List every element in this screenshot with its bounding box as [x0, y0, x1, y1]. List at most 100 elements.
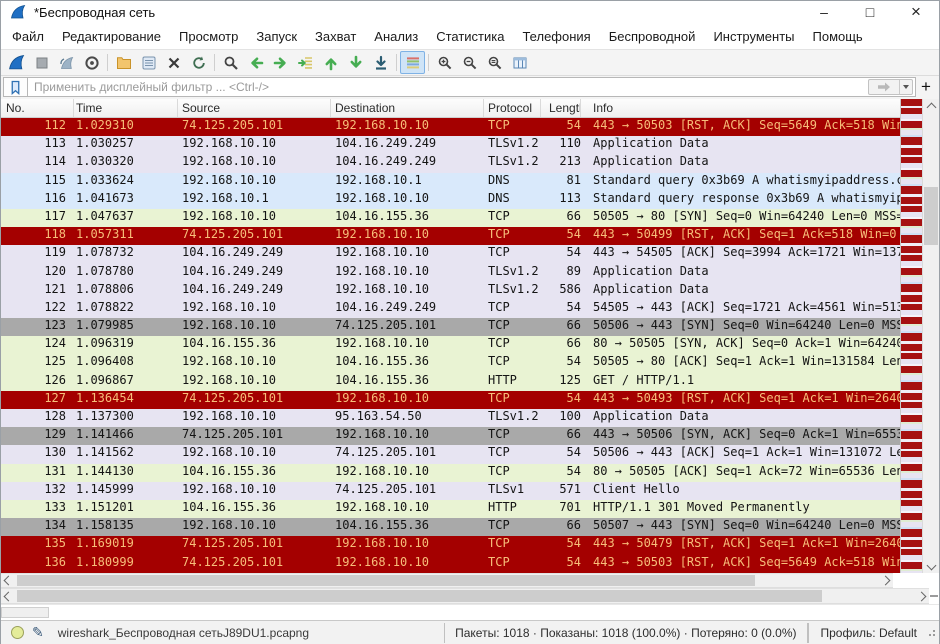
- scroll-up-arrow[interactable]: [923, 99, 939, 115]
- menu-item-edit[interactable]: Редактирование: [53, 26, 170, 47]
- restart-capture-icon[interactable]: [54, 51, 79, 74]
- column-header-destination[interactable]: Destination: [331, 99, 484, 117]
- table-row[interactable]: 1161.041673192.168.10.1192.168.10.10DNS1…: [1, 191, 939, 209]
- resize-grip[interactable]: [927, 628, 937, 638]
- reload-file-icon[interactable]: [186, 51, 211, 74]
- menu-item-help[interactable]: Помощь: [804, 26, 872, 47]
- expert-info-icon[interactable]: [11, 626, 24, 639]
- table-row[interactable]: 1251.096408192.168.10.10104.16.155.36TCP…: [1, 354, 939, 372]
- table-row[interactable]: 1241.096319104.16.155.36192.168.10.10TCP…: [1, 336, 939, 354]
- maximize-button[interactable]: □: [847, 1, 893, 23]
- stop-capture-icon[interactable]: [29, 51, 54, 74]
- menu-item-file[interactable]: Файл: [3, 26, 53, 47]
- scroll-right-arrow[interactable]: [878, 574, 893, 587]
- colorize-packets-icon[interactable]: [400, 51, 425, 74]
- close-file-icon[interactable]: [161, 51, 186, 74]
- minimize-button[interactable]: –: [801, 1, 847, 23]
- table-row[interactable]: 1141.030320192.168.10.10104.16.249.249TL…: [1, 154, 939, 172]
- cell-no: 123: [1, 318, 74, 336]
- menu-item-statistics[interactable]: Статистика: [427, 26, 513, 47]
- table-row[interactable]: 1221.078822192.168.10.10104.16.249.249TC…: [1, 300, 939, 318]
- filter-dropdown-button[interactable]: [899, 80, 912, 94]
- column-header-no[interactable]: No.: [1, 99, 74, 117]
- scroll-right-arrow[interactable]: [914, 589, 929, 603]
- go-first-packet-icon[interactable]: [318, 51, 343, 74]
- go-back-icon[interactable]: [243, 51, 268, 74]
- table-row[interactable]: 1151.033624192.168.10.10192.168.10.1DNS8…: [1, 173, 939, 191]
- pane-splitter-handle[interactable]: [930, 595, 938, 597]
- vertical-scrollbar-thumb[interactable]: [924, 187, 938, 245]
- profile-selector[interactable]: Профиль: Default: [808, 623, 928, 643]
- zoom-normal-icon[interactable]: [482, 51, 507, 74]
- scroll-left-arrow[interactable]: [1, 589, 16, 603]
- packet-list-hscrollbar[interactable]: [1, 573, 893, 588]
- column-header-length[interactable]: Length: [541, 99, 581, 117]
- go-last-packet-icon[interactable]: [343, 51, 368, 74]
- go-to-packet-icon[interactable]: [293, 51, 318, 74]
- packet-map-minimap[interactable]: [900, 99, 922, 573]
- zoom-out-icon[interactable]: [457, 51, 482, 74]
- menu-item-telephony[interactable]: Телефония: [513, 26, 599, 47]
- hscrollbar-thumb[interactable]: [17, 575, 755, 586]
- table-row[interactable]: 1261.096867192.168.10.10104.16.155.36HTT…: [1, 373, 939, 391]
- auto-scroll-icon[interactable]: [368, 51, 393, 74]
- column-header-info[interactable]: Info: [581, 99, 939, 117]
- cell-time: 1.078732: [74, 245, 178, 263]
- table-row[interactable]: 1301.141562192.168.10.1074.125.205.101TC…: [1, 445, 939, 463]
- table-row[interactable]: 1171.047637192.168.10.10104.16.155.36TCP…: [1, 209, 939, 227]
- capture-options-icon[interactable]: [79, 51, 104, 74]
- table-row[interactable]: 1311.144130104.16.155.36192.168.10.10TCP…: [1, 464, 939, 482]
- cell-src: 74.125.205.101: [178, 391, 331, 409]
- menu-item-wireless[interactable]: Беспроводной: [600, 26, 705, 47]
- cell-dst: 192.168.10.10: [331, 536, 484, 554]
- capture-comment-icon[interactable]: ✎: [32, 624, 44, 641]
- table-row[interactable]: 1321.145999192.168.10.1074.125.205.101TL…: [1, 482, 939, 500]
- cell-src: 192.168.10.1: [178, 191, 331, 209]
- vertical-scrollbar[interactable]: [922, 99, 939, 573]
- resize-columns-icon[interactable]: [507, 51, 532, 74]
- table-row[interactable]: 1201.078780104.16.249.249192.168.10.10TL…: [1, 264, 939, 282]
- add-filter-button[interactable]: +: [916, 77, 936, 97]
- menu-item-analyze[interactable]: Анализ: [365, 26, 427, 47]
- scroll-down-arrow[interactable]: [923, 557, 939, 573]
- go-forward-icon[interactable]: [268, 51, 293, 74]
- display-filter-input[interactable]: [27, 77, 916, 97]
- menu-item-view[interactable]: Просмотр: [170, 26, 247, 47]
- table-row[interactable]: 1331.151201104.16.155.36192.168.10.10HTT…: [1, 500, 939, 518]
- apply-filter-button[interactable]: [869, 80, 899, 94]
- close-button[interactable]: ×: [893, 1, 939, 23]
- save-file-icon[interactable]: [136, 51, 161, 74]
- column-header-source[interactable]: Source: [178, 99, 331, 117]
- table-row[interactable]: 1361.18099974.125.205.101192.168.10.10TC…: [1, 555, 939, 573]
- table-row[interactable]: 1341.158135192.168.10.10104.16.155.36TCP…: [1, 518, 939, 536]
- scroll-left-arrow[interactable]: [1, 574, 16, 587]
- chevron-down-icon: [926, 560, 936, 570]
- zoom-in-icon[interactable]: [432, 51, 457, 74]
- menu-item-tools[interactable]: Инструменты: [704, 26, 803, 47]
- find-packet-icon[interactable]: [218, 51, 243, 74]
- hscrollbar-thumb[interactable]: [17, 590, 822, 602]
- menu-item-go[interactable]: Запуск: [247, 26, 306, 47]
- table-row[interactable]: 1271.13645474.125.205.101192.168.10.10TC…: [1, 391, 939, 409]
- start-capture-icon[interactable]: [4, 51, 29, 74]
- cell-dst: 104.16.249.249: [331, 136, 484, 154]
- filter-bookmark-button[interactable]: [3, 77, 27, 97]
- column-header-time[interactable]: Time: [74, 99, 178, 117]
- table-row[interactable]: 1231.079985192.168.10.1074.125.205.101TC…: [1, 318, 939, 336]
- table-row[interactable]: 1291.14146674.125.205.101192.168.10.10TC…: [1, 427, 939, 445]
- table-row[interactable]: 1181.05731174.125.205.101192.168.10.10TC…: [1, 227, 939, 245]
- table-row[interactable]: 1351.16901974.125.205.101192.168.10.10TC…: [1, 536, 939, 554]
- table-row[interactable]: 1211.078806104.16.249.249192.168.10.10TL…: [1, 282, 939, 300]
- toolbar-separator: [214, 54, 215, 71]
- table-row[interactable]: 1281.137300192.168.10.1095.163.54.50TLSv…: [1, 409, 939, 427]
- cell-src: 104.16.249.249: [178, 264, 331, 282]
- cell-src: 192.168.10.10: [178, 209, 331, 227]
- pane-handle[interactable]: [1, 607, 49, 618]
- table-row[interactable]: 1121.02931074.125.205.101192.168.10.10TC…: [1, 118, 939, 136]
- table-row[interactable]: 1131.030257192.168.10.10104.16.249.249TL…: [1, 136, 939, 154]
- secondary-hscrollbar[interactable]: [1, 588, 929, 604]
- table-row[interactable]: 1191.078732104.16.249.249192.168.10.10TC…: [1, 245, 939, 263]
- column-header-protocol[interactable]: Protocol: [484, 99, 541, 117]
- menu-item-capture[interactable]: Захват: [306, 26, 365, 47]
- open-file-icon[interactable]: [111, 51, 136, 74]
